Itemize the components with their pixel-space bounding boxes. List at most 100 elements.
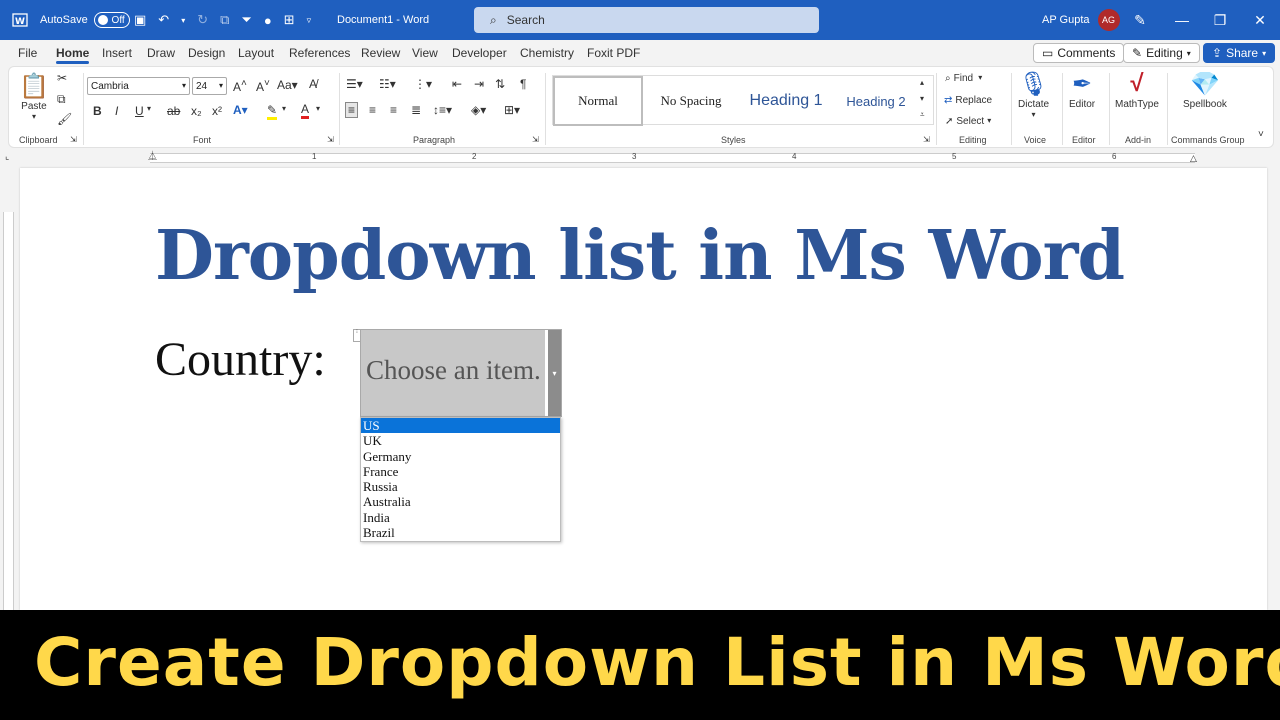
tab-developer[interactable]: Developer (452, 46, 507, 60)
find-button[interactable]: ⌕ Find ▾ (945, 73, 982, 84)
dropdown-option-france[interactable]: France (361, 464, 560, 479)
numbering-icon[interactable]: ☷▾ (379, 77, 396, 91)
country-dropdown-control[interactable]: Choose an item. ▾ (360, 329, 562, 417)
replace-button[interactable]: ⇄ Replace (944, 95, 992, 106)
superscript-icon[interactable]: x² (212, 104, 222, 118)
right-indent-marker[interactable]: △ (1190, 153, 1197, 164)
tab-foxit-pdf[interactable]: Foxit PDF (587, 46, 640, 60)
dropdown-option-germany[interactable]: Germany (361, 449, 560, 464)
mathtype-button[interactable]: √ MathType (1115, 69, 1159, 110)
search-box[interactable]: ⌕ Search (474, 7, 819, 33)
dropdown-option-uk[interactable]: UK (361, 433, 560, 448)
filter-icon[interactable]: ⏷ (241, 12, 251, 28)
user-name[interactable]: AP Gupta (1042, 14, 1090, 26)
styles-scroll-down-icon[interactable]: ▾ (920, 94, 924, 103)
font-color-icon[interactable]: A (301, 102, 310, 119)
document-page[interactable]: Dropdown list in Ms Word Country: ⁝ Choo… (20, 168, 1267, 610)
italic-icon[interactable]: I (115, 104, 118, 118)
copy-icon[interactable]: ⧉ (57, 92, 66, 107)
tab-file[interactable]: File (18, 46, 37, 60)
select-button[interactable]: ➚ Select ▾ (945, 116, 991, 127)
font-launcher-icon[interactable]: ⇲ (327, 135, 334, 144)
pen-icon[interactable]: ✎ (1120, 0, 1160, 40)
bullets-icon[interactable]: ☰▾ (346, 77, 363, 91)
close-icon[interactable]: ✕ (1240, 0, 1280, 40)
editing-mode-button[interactable]: ✎ Editing ▾ (1123, 43, 1200, 63)
styles-launcher-icon[interactable]: ⇲ (923, 135, 930, 144)
avatar[interactable]: AG (1097, 9, 1120, 31)
align-center-icon[interactable]: ≡ (369, 103, 376, 117)
styles-scroll-up-icon[interactable]: ▴ (920, 78, 924, 87)
style-heading-1[interactable]: Heading 1 (739, 76, 833, 126)
tab-home[interactable]: Home (56, 46, 90, 64)
tab-view[interactable]: View (412, 46, 438, 60)
first-line-indent-marker[interactable]: ⏅ (148, 149, 157, 162)
tab-layout[interactable]: Layout (238, 46, 274, 60)
minimize-icon[interactable]: — (1162, 0, 1202, 40)
style-heading-2[interactable]: Heading 2 (835, 76, 917, 126)
justify-icon[interactable]: ≣ (411, 103, 421, 117)
text-effects-icon[interactable]: A▾ (233, 103, 248, 117)
autosave-toggle[interactable]: Off (93, 12, 130, 28)
dropdown-arrow-icon[interactable]: ▾ (545, 330, 561, 416)
word-app-icon[interactable]: W (12, 0, 28, 40)
sort-icon[interactable]: ⇅ (495, 77, 505, 91)
copy-format-icon[interactable]: ⧉ (220, 12, 229, 28)
dropdown-option-russia[interactable]: Russia (361, 479, 560, 494)
spellbook-button[interactable]: 💎 Spellbook (1183, 69, 1227, 111)
clear-formatting-icon[interactable]: A̸ (309, 77, 317, 91)
tab-selector-icon[interactable]: ⌞ (5, 151, 9, 162)
dictate-button[interactable]: 🎙 Dictate ▾ (1018, 69, 1049, 120)
tab-chemistry[interactable]: Chemistry (520, 46, 574, 60)
font-size-combo[interactable]: 24 ▾ (192, 77, 227, 95)
shrink-font-icon[interactable]: A˅ (256, 78, 270, 94)
format-painter-icon[interactable]: 🖌 (57, 112, 72, 126)
tab-references[interactable]: References (289, 46, 350, 60)
grow-font-icon[interactable]: A˄ (233, 78, 247, 94)
save-icon[interactable]: ▣ (134, 12, 146, 28)
record-icon[interactable]: ● (264, 13, 272, 28)
bold-icon[interactable]: B (93, 104, 102, 118)
highlight-icon[interactable]: ✎ (267, 103, 278, 120)
clipboard-launcher-icon[interactable]: ⇲ (70, 135, 77, 144)
comments-button[interactable]: ▭ Comments (1033, 43, 1125, 63)
dropdown-option-us[interactable]: US (361, 418, 560, 434)
qat-form-icon[interactable]: ⊞ (284, 12, 295, 28)
cut-icon[interactable]: ✂ (57, 71, 67, 85)
decrease-indent-icon[interactable]: ⇤ (452, 77, 462, 91)
dropdown-option-brazil[interactable]: Brazil (361, 525, 560, 540)
undo-dropdown-icon[interactable]: ▾ (181, 16, 185, 25)
show-marks-icon[interactable]: ¶ (520, 77, 526, 91)
multilevel-list-icon[interactable]: ⋮▾ (414, 77, 432, 91)
align-left-icon[interactable]: ≡ (345, 102, 359, 118)
chevron-down-icon[interactable]: ▾ (316, 104, 320, 113)
ruler-bar[interactable] (150, 153, 1195, 163)
chevron-down-icon[interactable]: ▾ (282, 104, 286, 113)
change-case-icon[interactable]: Aa▾ (277, 78, 298, 92)
font-name-combo[interactable]: Cambria ▾ (87, 77, 190, 95)
style-normal[interactable]: Normal (553, 76, 643, 126)
underline-icon[interactable]: U (135, 104, 144, 118)
paste-button[interactable]: 📋 Paste ▾ (19, 71, 49, 122)
strikethrough-icon[interactable]: ab (167, 104, 180, 118)
subscript-icon[interactable]: x₂ (191, 104, 202, 118)
editor-button[interactable]: ✒ Editor (1069, 69, 1095, 111)
styles-more-icon[interactable]: ⩡ (920, 110, 925, 120)
collapse-ribbon-icon[interactable]: ˅ (1258, 129, 1264, 140)
increase-indent-icon[interactable]: ⇥ (474, 77, 484, 91)
undo-icon[interactable]: ↶ (158, 12, 169, 28)
redo-icon[interactable]: ↻ (197, 12, 208, 28)
paragraph-launcher-icon[interactable]: ⇲ (532, 135, 539, 144)
chevron-down-icon[interactable]: ▾ (147, 104, 151, 113)
restore-icon[interactable]: ❐ (1200, 0, 1240, 40)
style-no-spacing[interactable]: No Spacing (645, 76, 737, 126)
dropdown-option-india[interactable]: India (361, 510, 560, 525)
line-spacing-icon[interactable]: ↕≡▾ (433, 103, 452, 117)
shading-icon[interactable]: ◈▾ (471, 103, 486, 117)
tab-insert[interactable]: Insert (102, 46, 132, 60)
tab-design[interactable]: Design (188, 46, 225, 60)
tab-review[interactable]: Review (361, 46, 400, 60)
share-button[interactable]: ⇪ Share ▾ (1203, 43, 1276, 63)
borders-icon[interactable]: ⊞▾ (504, 103, 520, 117)
customize-qat-icon[interactable]: ▿ (307, 15, 312, 26)
